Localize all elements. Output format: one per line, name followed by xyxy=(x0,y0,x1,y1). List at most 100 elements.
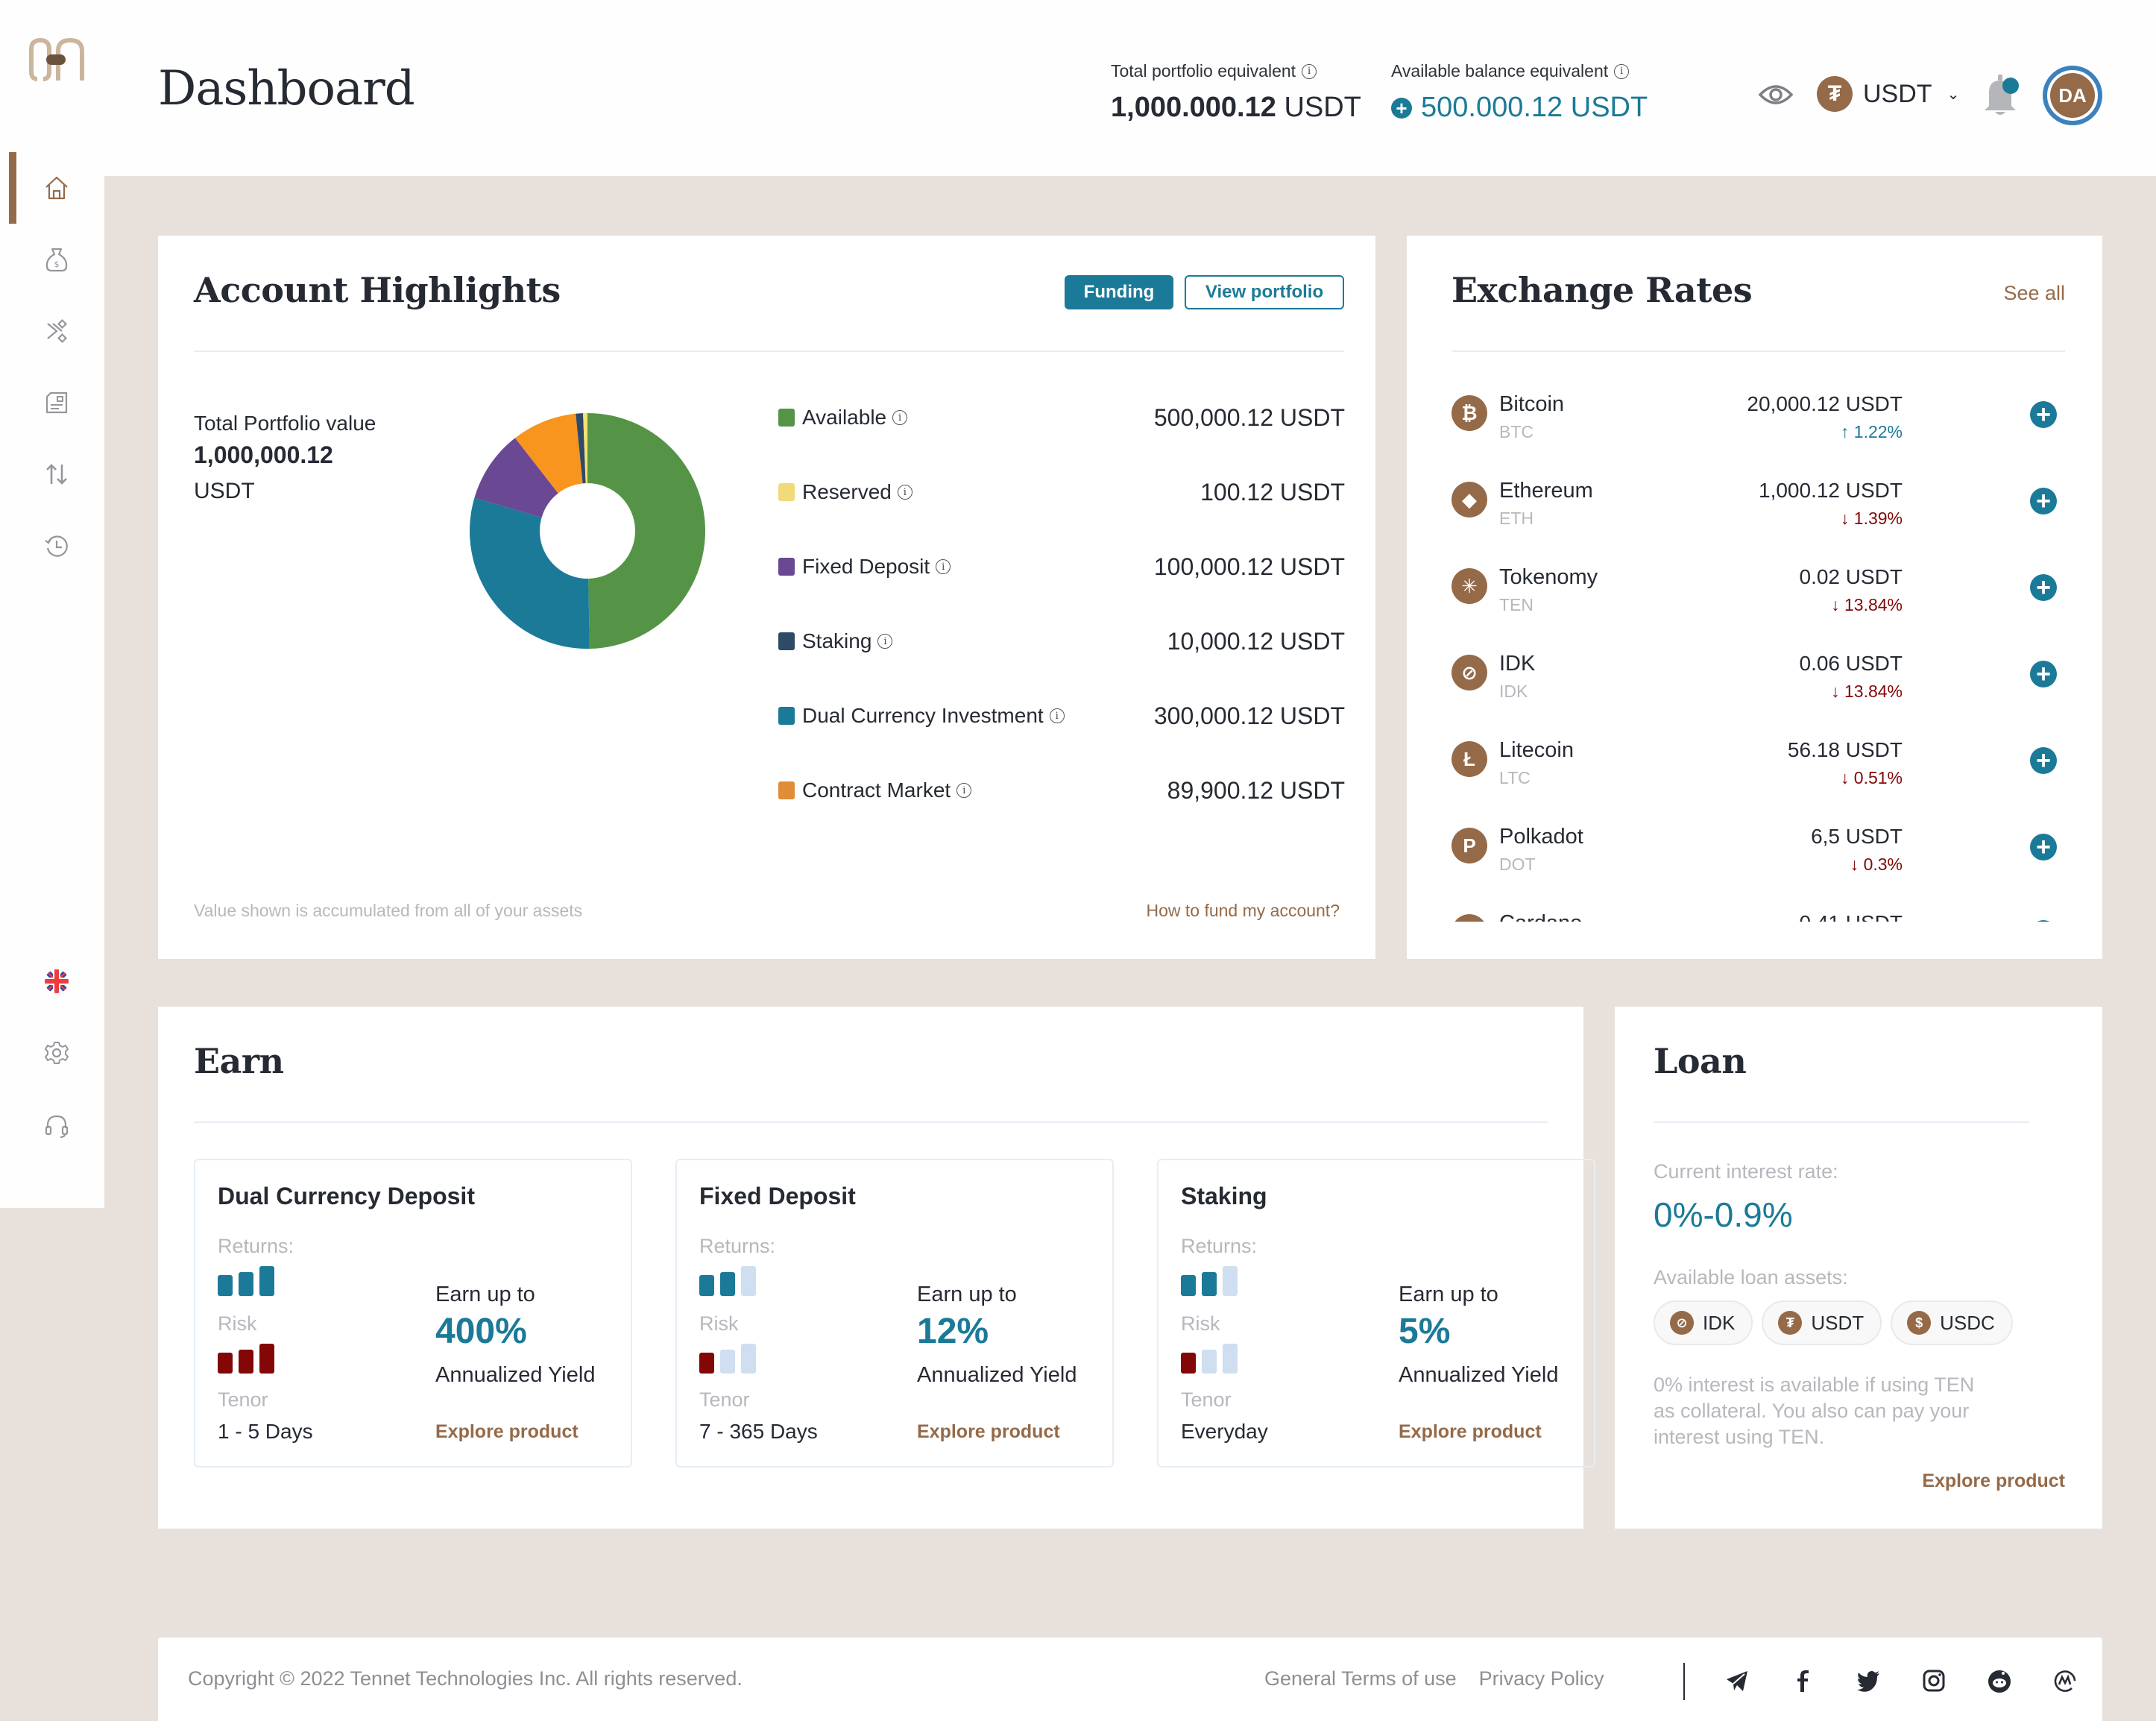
coin-price: 0.41 USDT xyxy=(1800,911,1903,922)
price-change-value: 0.51% xyxy=(1853,768,1903,787)
sidebar-item-reports[interactable] xyxy=(42,388,72,418)
add-to-watchlist-button[interactable]: + xyxy=(2030,401,2057,428)
privacy-link[interactable]: Privacy Policy xyxy=(1479,1667,1604,1690)
explore-product-link[interactable]: Explore product xyxy=(917,1421,1060,1443)
brand-logo[interactable] xyxy=(28,37,85,82)
level-bar xyxy=(699,1353,714,1374)
cardano-icon: ⁘ xyxy=(1451,914,1487,922)
add-to-watchlist-button[interactable]: + xyxy=(2030,834,2057,860)
language-selector[interactable] xyxy=(42,966,72,996)
add-to-watchlist-button[interactable]: + xyxy=(2030,488,2057,515)
footer-links: General Terms of use Privacy Policy xyxy=(1264,1667,1604,1690)
explore-product-link[interactable]: Explore product xyxy=(1399,1421,1542,1443)
level-bar xyxy=(218,1275,233,1296)
loan-asset-chip[interactable]: ₮ USDT xyxy=(1762,1300,1882,1345)
coin-symbol: LTC xyxy=(1499,768,1531,787)
exchange-rate-row[interactable]: ₿ Bitcoin BTC 20,000.12 USDT ↑ 1.22% + xyxy=(1451,385,2065,471)
sidebar-item-trade[interactable] xyxy=(42,316,72,346)
earn-product-card[interactable]: Dual Currency Deposit Returns: Risk Tenor 1 … xyxy=(194,1159,632,1467)
info-icon[interactable]: i xyxy=(892,410,908,425)
explore-product-link[interactable]: Explore product xyxy=(435,1421,579,1443)
add-funds-icon[interactable]: + xyxy=(1391,97,1412,119)
level-bar xyxy=(259,1344,274,1374)
earn-product-card[interactable]: Staking Returns: Risk Tenor Everyday Earn up … xyxy=(1157,1159,1595,1467)
level-bar xyxy=(218,1353,233,1374)
add-to-watchlist-button[interactable]: + xyxy=(2030,661,2057,688)
exchange-rate-row[interactable]: ✳ Tokenomy TEN 0.02 USDT ↓ 13.84% + xyxy=(1451,558,2065,644)
exchange-rates-list[interactable]: ₿ Bitcoin BTC 20,000.12 USDT ↑ 1.22% + ◆ Ethere… xyxy=(1451,385,2065,922)
info-icon[interactable]: i xyxy=(877,634,893,649)
sidebar-item-history[interactable] xyxy=(42,531,72,561)
yield-label: Annualized Yield xyxy=(435,1363,596,1387)
footer-separator xyxy=(1683,1663,1685,1700)
loan-asset-chip[interactable]: ⊘ IDK xyxy=(1654,1300,1753,1345)
exchange-rate-row[interactable]: ⁘CardanoADA0.41 USDT+ xyxy=(1451,904,2065,922)
donut-slice-available[interactable] xyxy=(587,413,706,649)
toggle-visibility-eye-icon[interactable] xyxy=(1758,80,1794,110)
legend-item: Fixed Deposit i 100,000.12 USDT xyxy=(778,552,1345,582)
explore-loan-link[interactable]: Explore product xyxy=(1922,1470,2065,1492)
add-to-watchlist-button[interactable]: + xyxy=(2030,920,2057,922)
exchange-rate-row[interactable]: Ł Litecoin LTC 56.18 USDT ↓ 0.51% + xyxy=(1451,731,2065,817)
price-change-value: 1.39% xyxy=(1853,509,1903,528)
home-icon xyxy=(45,176,68,200)
arrow-up-icon: ↑ xyxy=(1840,422,1854,441)
info-icon[interactable]: i xyxy=(897,485,912,500)
legend-item: Available i 500,000.12 USDT xyxy=(778,403,1345,432)
price-change: ↓ 0.51% xyxy=(1841,768,1903,788)
telegram-icon[interactable] xyxy=(1722,1666,1752,1696)
how-to-fund-link[interactable]: How to fund my account? xyxy=(1146,901,1340,921)
sidebar-item-settings[interactable] xyxy=(42,1038,72,1068)
coinmarketcap-icon[interactable] xyxy=(2050,1666,2080,1696)
price-change-value: 13.84% xyxy=(1844,682,1903,701)
exchange-rate-row[interactable]: ◆ Ethereum ETH 1,000.12 USDT ↓ 1.39% + xyxy=(1451,471,2065,558)
info-icon[interactable]: i xyxy=(1049,708,1065,723)
info-icon[interactable]: i xyxy=(956,783,972,798)
history-icon xyxy=(45,535,68,557)
reddit-icon[interactable] xyxy=(1985,1666,2014,1696)
info-icon[interactable]: i xyxy=(1302,63,1317,79)
coin-name: Tokenomy xyxy=(1499,565,1598,589)
risk-label: Risk xyxy=(699,1312,739,1335)
loan-asset-chip[interactable]: $ USDC xyxy=(1891,1300,2013,1345)
exchange-rate-row[interactable]: P Polkadot DOT 6,5 USDT ↓ 0.3% + xyxy=(1451,817,2065,904)
ethereum-icon: ◆ xyxy=(1451,482,1487,517)
earn-product-card[interactable]: Fixed Deposit Returns: Risk Tenor 7 - 365 Da… xyxy=(675,1159,1114,1467)
exchange-rate-row[interactable]: ⊘ IDK IDK 0.06 USDT ↓ 13.84% + xyxy=(1451,644,2065,731)
uk-flag-icon xyxy=(45,969,69,993)
view-portfolio-button[interactable]: View portfolio xyxy=(1185,275,1344,309)
loan-asset-chips: ⊘ IDK ₮ USDT $ USDC xyxy=(1654,1300,2013,1345)
legend-item: Reserved i 100.12 USDT xyxy=(778,477,1345,507)
sidebar-item-transfers[interactable] xyxy=(42,459,72,489)
level-bar xyxy=(1181,1275,1196,1296)
legend-swatch xyxy=(778,781,795,799)
interest-rate-value: 0%-0.9% xyxy=(1654,1195,1793,1234)
level-bar xyxy=(720,1272,735,1296)
legend-label: Staking xyxy=(802,629,872,652)
available-balance-currency: USDT xyxy=(1570,92,1648,123)
legend-amount: 500,000.12 USDT xyxy=(1153,403,1345,431)
sidebar-item-savings[interactable]: $ xyxy=(42,245,72,274)
returns-label: Returns: xyxy=(699,1235,776,1257)
settings-gear-icon xyxy=(45,1042,69,1064)
coin-price: 20,000.12 USDT xyxy=(1747,392,1903,415)
terms-link[interactable]: General Terms of use xyxy=(1264,1667,1457,1690)
total-portfolio-currency: USDT xyxy=(194,479,255,503)
info-icon[interactable]: i xyxy=(936,559,951,574)
sidebar-item-home[interactable] xyxy=(42,173,72,203)
add-to-watchlist-button[interactable]: + xyxy=(2030,574,2057,601)
usdc-icon: $ xyxy=(1907,1311,1932,1335)
add-to-watchlist-button[interactable]: + xyxy=(2030,747,2057,774)
user-avatar[interactable]: DA xyxy=(2043,66,2102,125)
funding-button[interactable]: Funding xyxy=(1065,275,1173,309)
twitter-icon[interactable] xyxy=(1853,1666,1883,1696)
info-icon[interactable]: i xyxy=(1614,63,1630,79)
currency-selector[interactable]: ₮ USDT ⌄ xyxy=(1817,76,1959,112)
document-icon xyxy=(45,391,68,414)
donut-slice-dual-currency-investment[interactable] xyxy=(469,497,590,649)
see-all-link[interactable]: See all xyxy=(2003,282,2065,305)
facebook-icon[interactable] xyxy=(1788,1666,1818,1696)
instagram-icon[interactable] xyxy=(1919,1666,1949,1696)
idk-icon: ⊘ xyxy=(1451,655,1487,690)
sidebar-item-support[interactable] xyxy=(42,1111,72,1141)
